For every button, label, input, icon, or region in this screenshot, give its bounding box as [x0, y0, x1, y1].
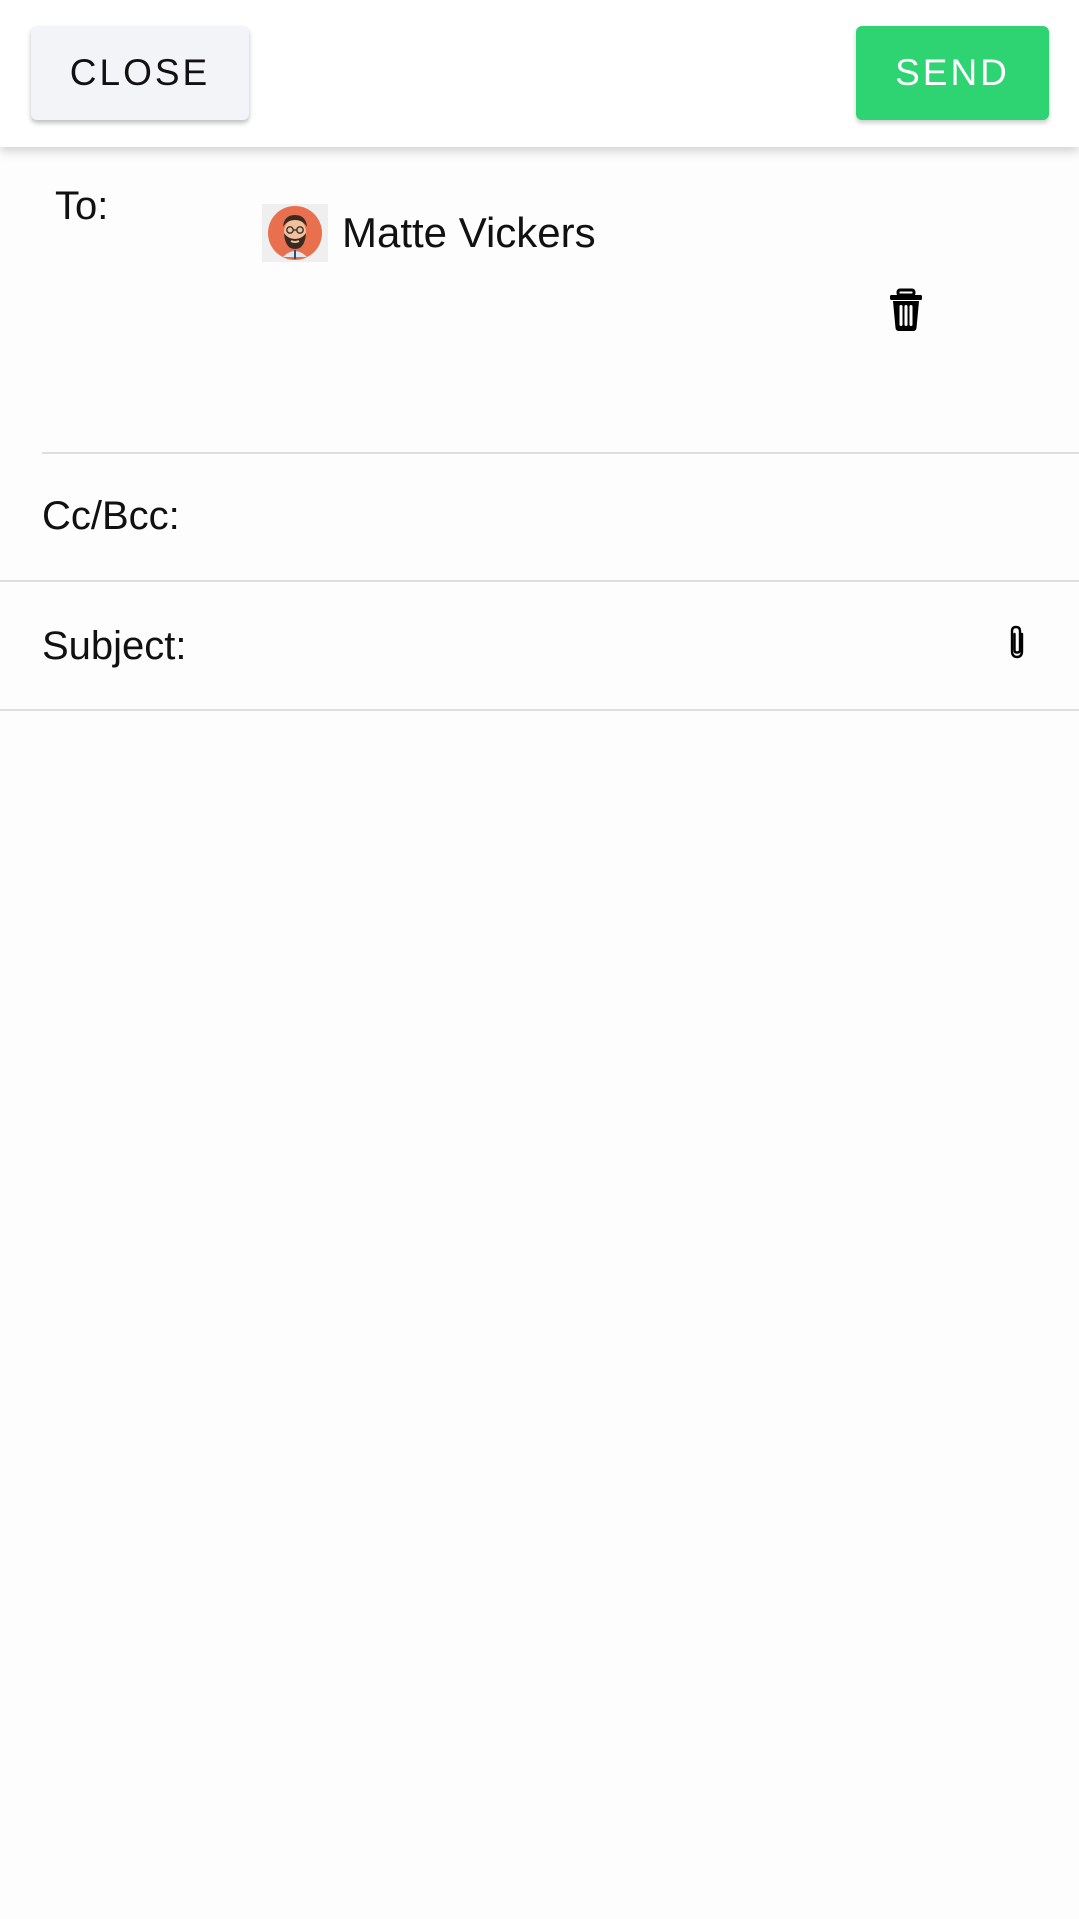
divider — [0, 709, 1079, 711]
divider — [0, 580, 1079, 582]
paperclip-icon[interactable] — [1004, 624, 1030, 660]
avatar — [262, 204, 328, 262]
cc-bcc-label: Cc/Bcc: — [42, 494, 180, 538]
bearded-man-avatar-icon — [268, 206, 322, 260]
recipient-chip[interactable]: Matte Vickers — [262, 203, 596, 263]
send-button[interactable]: Send — [856, 26, 1049, 120]
to-label: To: — [55, 184, 109, 228]
compose-toolbar: Close Send — [0, 0, 1079, 147]
trash-icon[interactable] — [886, 288, 926, 332]
divider — [42, 452, 1079, 454]
close-button[interactable]: Close — [31, 26, 249, 120]
to-input[interactable] — [262, 360, 1026, 422]
message-body[interactable] — [0, 712, 1079, 1919]
subject-label: Subject: — [42, 624, 187, 668]
cc-bcc-input[interactable] — [210, 485, 1054, 557]
recipient-name: Matte Vickers — [342, 209, 596, 256]
subject-input[interactable] — [220, 615, 984, 687]
